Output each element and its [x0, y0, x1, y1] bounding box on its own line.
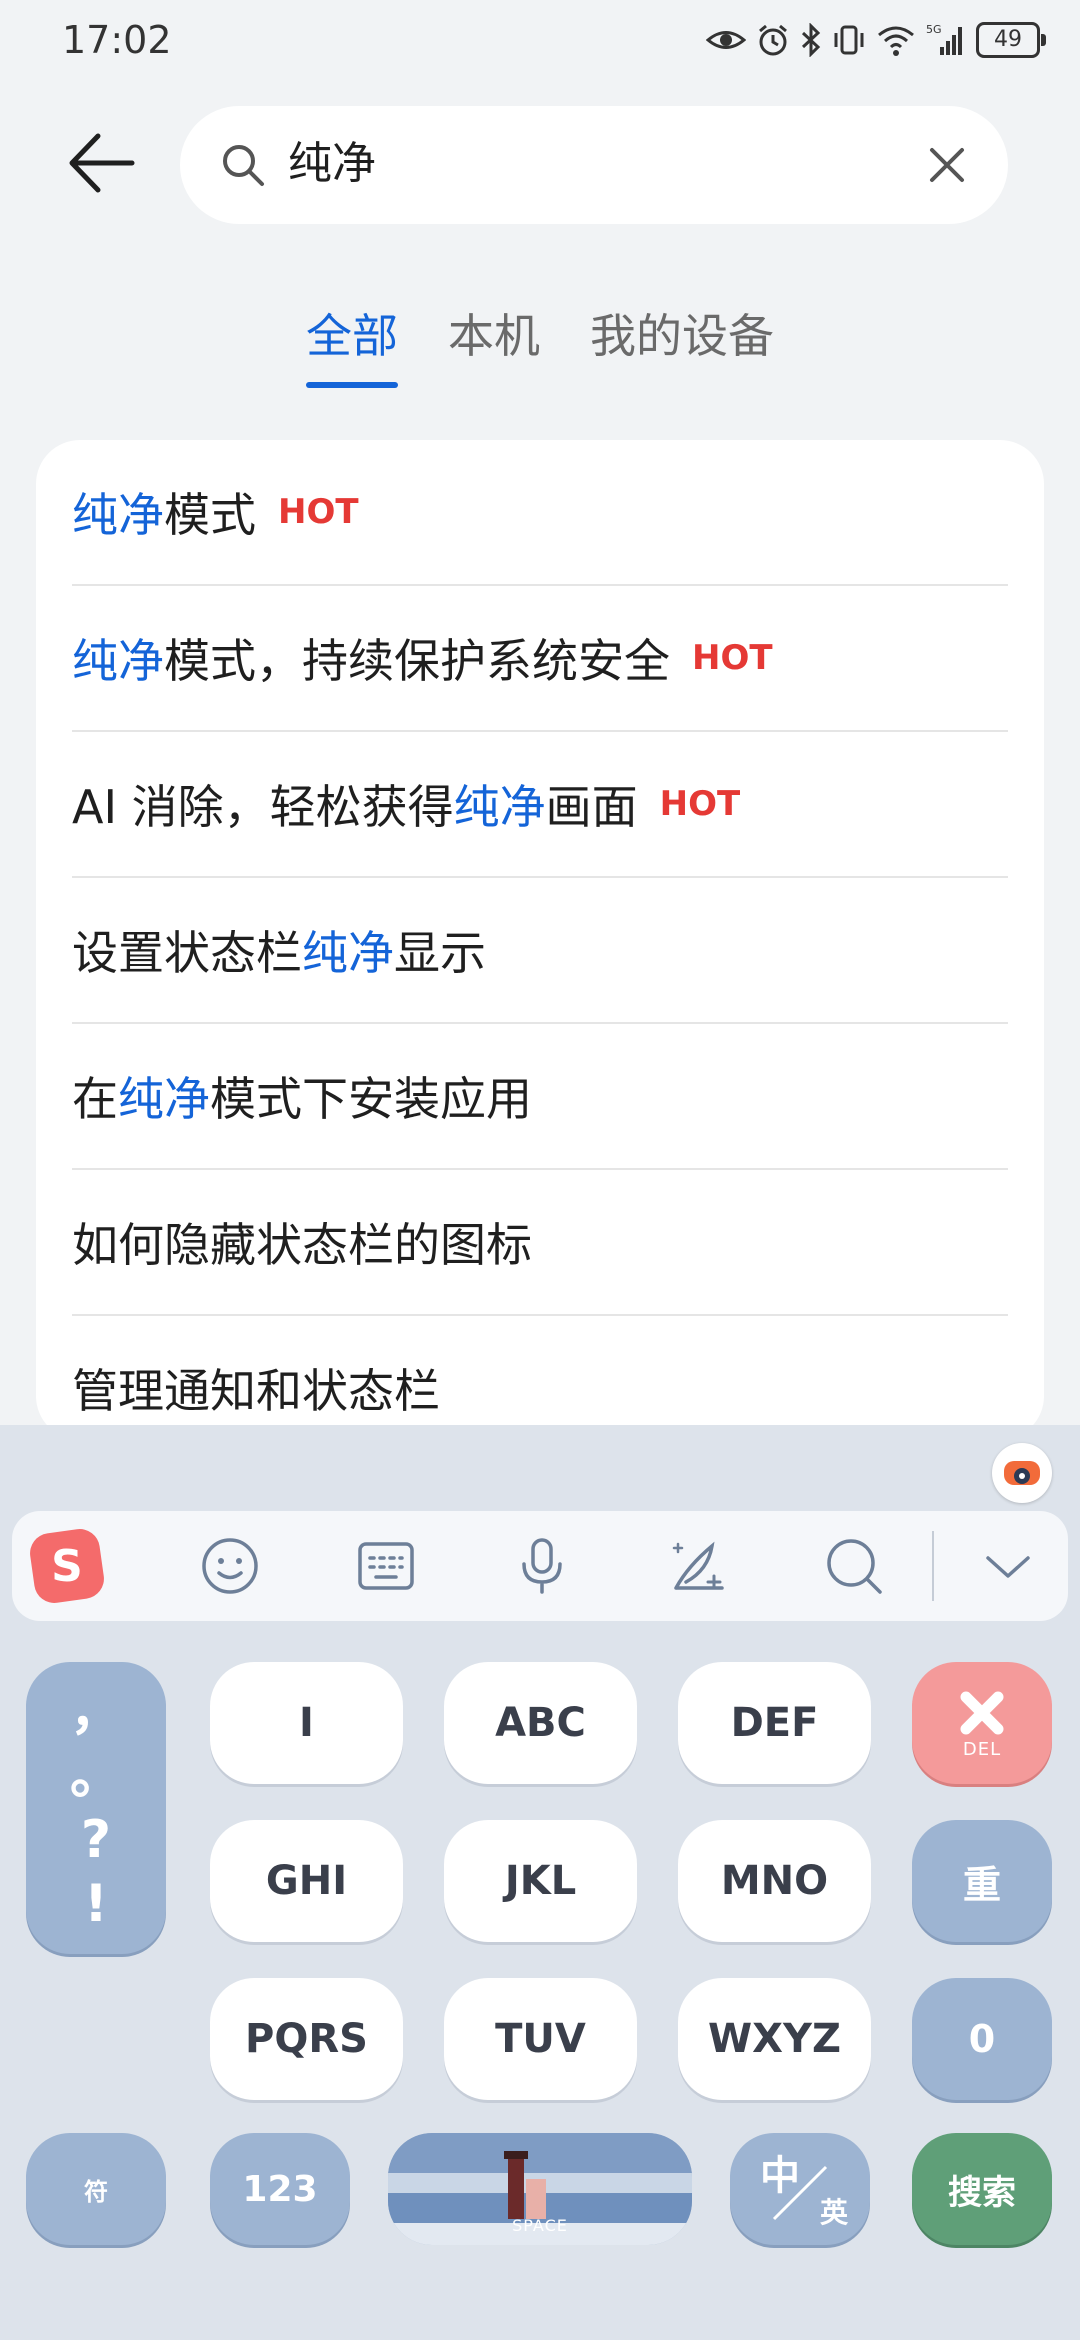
- tab-my-devices[interactable]: 我的设备: [590, 300, 774, 388]
- clear-icon: [930, 148, 964, 182]
- result-highlight: 纯净: [118, 1072, 210, 1126]
- assistant-avatar-icon: [1004, 1461, 1040, 1485]
- space-label: SPACE: [512, 2216, 568, 2235]
- space-key[interactable]: SPACE: [388, 2133, 692, 2245]
- result-text: 模式，持续保护系统安全: [164, 634, 670, 688]
- toolbar-divider: [932, 1531, 934, 1601]
- svg-text:5G: 5G: [926, 23, 942, 36]
- result-highlight: 纯净: [72, 634, 164, 688]
- status-time: 17:02: [62, 18, 172, 62]
- hot-badge: HOT: [278, 492, 359, 532]
- result-text: 管理通知和状态栏: [72, 1364, 440, 1418]
- result-text: 画面: [545, 780, 638, 834]
- wifi-icon: [878, 26, 914, 56]
- key-wxyz[interactable]: WXYZ: [678, 1978, 871, 2100]
- result-text: 设置状态栏: [72, 926, 302, 980]
- delete-label: DEL: [962, 1738, 1002, 1760]
- keyboard: S ， 。 ? ! I ABC DEF GHI JKL MNO PQRS TUV…: [0, 1425, 1080, 2340]
- key-abc[interactable]: ABC: [444, 1662, 637, 1784]
- key-mno[interactable]: MNO: [678, 1820, 871, 1942]
- keyboard-toolbar: S: [12, 1511, 1068, 1621]
- hot-badge: HOT: [659, 784, 741, 824]
- results-card: 纯净 模式 HOT 纯净 模式，持续保护系统安全 HOT AI 消除，轻松获得 纯净 画面 H…: [36, 440, 1044, 1440]
- result-text: 如何隐藏状态栏的图标: [72, 1218, 532, 1272]
- signal-icon: 5G: [926, 23, 962, 55]
- key-jkl[interactable]: JKL: [444, 1820, 637, 1942]
- clear-button[interactable]: [922, 140, 972, 190]
- number-key[interactable]: 123: [210, 2133, 350, 2245]
- eye-icon: [706, 31, 746, 49]
- result-text: 显示: [394, 926, 486, 980]
- search-box[interactable]: 纯净: [180, 106, 1008, 224]
- lang-en-label: 英: [819, 2196, 848, 2229]
- result-text: 在: [72, 1072, 118, 1126]
- delete-key[interactable]: DEL: [912, 1662, 1052, 1784]
- result-item[interactable]: 纯净 模式 HOT: [72, 440, 1008, 586]
- handwriting-icon[interactable]: [668, 1536, 728, 1596]
- key-def[interactable]: DEF: [678, 1662, 871, 1784]
- result-item[interactable]: 管理通知和状态栏: [72, 1316, 1008, 1440]
- punct-question: ?: [80, 1810, 112, 1870]
- svg-text:S: S: [51, 1541, 83, 1592]
- result-item[interactable]: 纯净 模式，持续保护系统安全 HOT: [72, 586, 1008, 732]
- alarm-icon: [759, 24, 787, 56]
- back-button[interactable]: [66, 128, 146, 208]
- punct-exclaim: !: [84, 1874, 108, 1934]
- search-input[interactable]: 纯净: [288, 134, 848, 194]
- symbol-key[interactable]: 符: [26, 2133, 166, 2245]
- result-text: 模式下安装应用: [210, 1072, 532, 1126]
- emoji-icon[interactable]: [200, 1536, 260, 1596]
- tab-bar: 全部 本机 我的设备: [0, 300, 1080, 388]
- key-ghi[interactable]: GHI: [210, 1820, 403, 1942]
- result-highlight: 纯净: [453, 780, 546, 834]
- punctuation-key[interactable]: ， 。 ? !: [26, 1662, 166, 1954]
- key-pqrs[interactable]: PQRS: [210, 1978, 403, 2100]
- result-highlight: 纯净: [72, 488, 164, 542]
- collapse-chevron-icon[interactable]: [978, 1536, 1038, 1596]
- tab-local[interactable]: 本机: [448, 300, 540, 388]
- result-highlight: 纯净: [302, 926, 394, 980]
- battery-icon: 49: [976, 22, 1046, 58]
- language-toggle-key[interactable]: 中 英: [730, 2133, 870, 2245]
- key-tuv[interactable]: TUV: [444, 1978, 637, 2100]
- back-arrow-icon: [69, 133, 135, 193]
- delete-icon: [960, 1691, 1004, 1734]
- tab-all[interactable]: 全部: [306, 300, 398, 388]
- vibrate-icon: [834, 25, 864, 55]
- result-item[interactable]: 在纯净 模式下安装应用: [72, 1024, 1008, 1170]
- zero-key[interactable]: 0: [912, 1978, 1052, 2100]
- keyboard-icon[interactable]: [356, 1536, 416, 1596]
- result-item[interactable]: 设置状态栏 纯净 显示: [72, 878, 1008, 1024]
- search-icon: [223, 145, 264, 186]
- status-bar: 17:02 5G 49: [0, 0, 1080, 80]
- result-text: 模式: [164, 488, 256, 542]
- result-item[interactable]: 如何隐藏状态栏的图标: [72, 1170, 1008, 1316]
- punct-period: 。: [69, 1746, 122, 1806]
- punct-comma: ，: [69, 1682, 122, 1742]
- sogou-logo-icon[interactable]: S: [28, 1527, 106, 1605]
- assistant-avatar[interactable]: [992, 1443, 1052, 1503]
- result-text: AI 消除，轻松获得: [72, 780, 454, 834]
- bluetooth-icon: [801, 23, 821, 57]
- search-submit-key[interactable]: 搜索: [912, 2133, 1052, 2245]
- search-icon[interactable]: [824, 1536, 884, 1596]
- result-item[interactable]: AI 消除，轻松获得 纯净 画面 HOT: [72, 732, 1008, 878]
- status-icons: 5G 49: [706, 18, 1046, 62]
- microphone-icon[interactable]: [512, 1536, 572, 1596]
- key-1[interactable]: I: [210, 1662, 403, 1784]
- hot-badge: HOT: [692, 638, 773, 678]
- reinput-key[interactable]: 重: [912, 1820, 1052, 1942]
